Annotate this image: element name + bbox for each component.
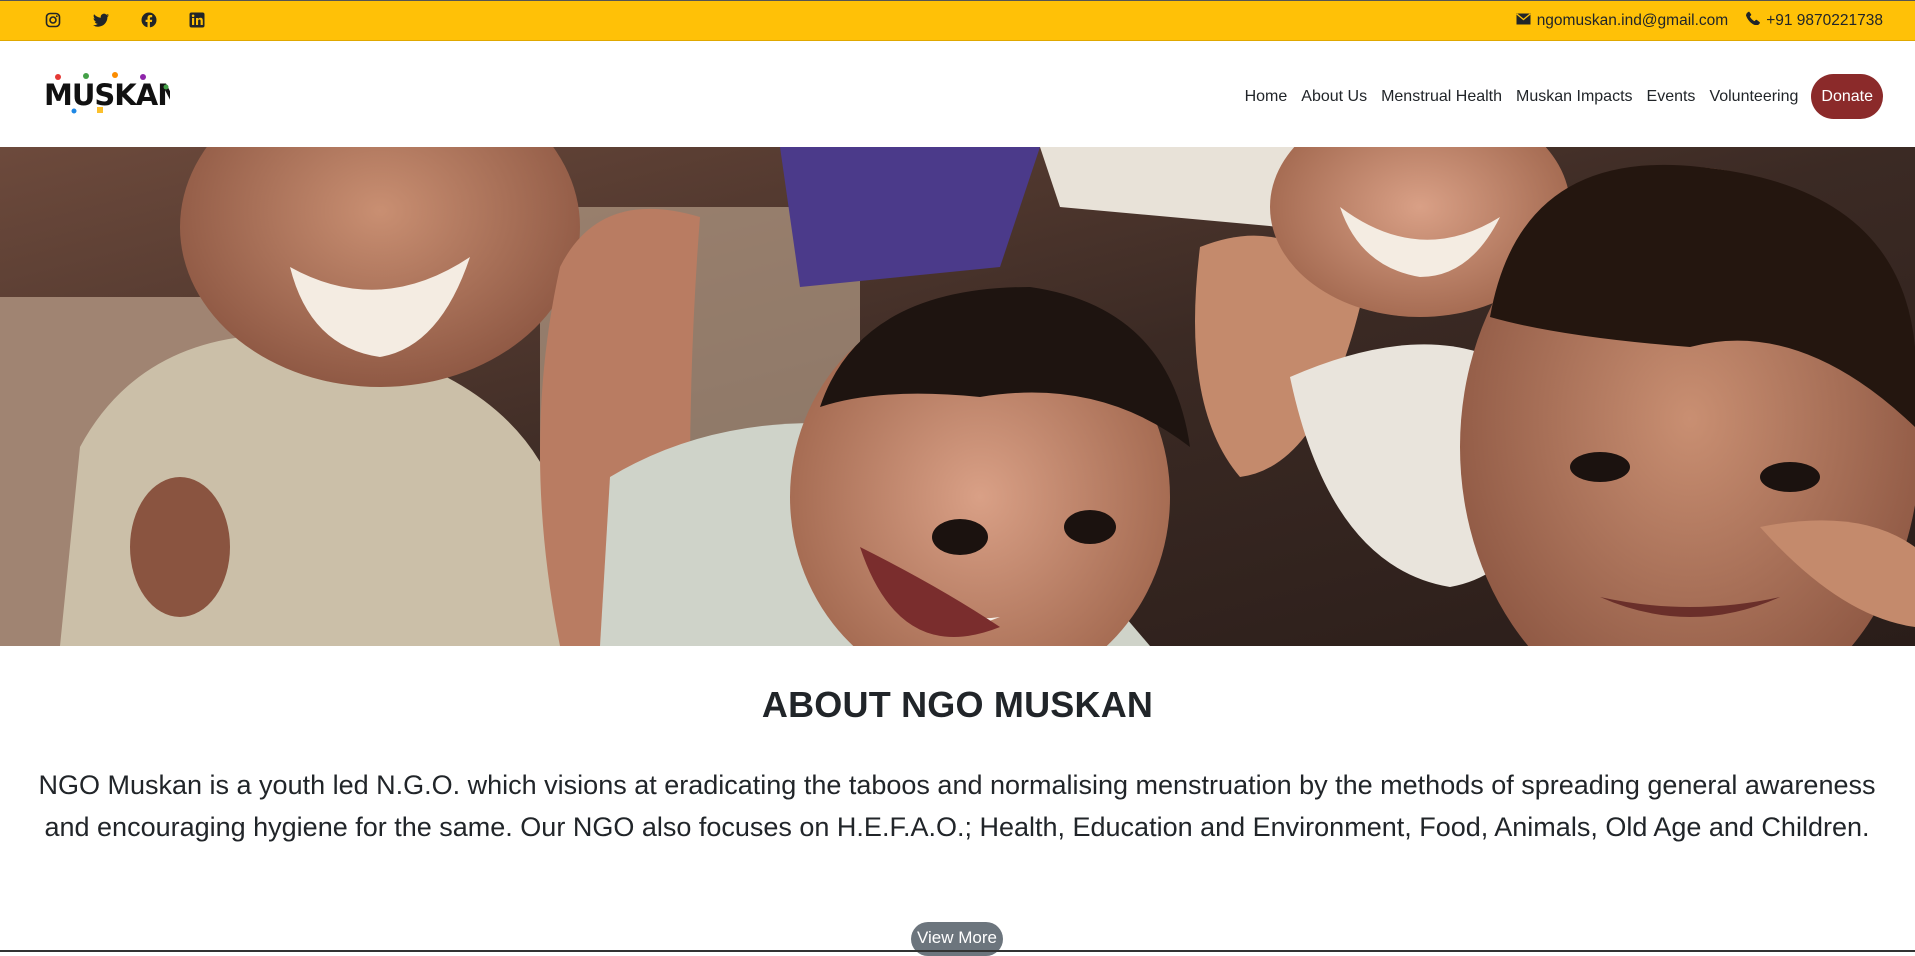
nav-muskan-impacts[interactable]: Muskan Impacts [1509,88,1639,106]
nav-menstrual-health[interactable]: Menstrual Health [1374,88,1509,106]
email-text: ngomuskan.ind@gmail.com [1536,11,1729,29]
about-section: ABOUT NGO MUSKAN NGO Muskan is a youth l… [0,646,1915,956]
twitter-icon[interactable] [92,10,110,30]
email-contact[interactable]: ngomuskan.ind@gmail.com [1516,11,1729,30]
phone-text: +91 9870221738 [1766,11,1883,29]
instagram-icon[interactable] [44,10,62,30]
facebook-icon[interactable] [140,10,158,30]
donate-button[interactable]: Donate [1811,74,1883,119]
main-navbar: MUSKAN Home About Us Menstrual Health Mu… [0,41,1915,147]
envelope-icon [1516,12,1531,30]
contact-info: ngomuskan.ind@gmail.com +91 9870221738 [1516,11,1883,30]
about-title: ABOUT NGO MUSKAN [761,684,1154,725]
nav-about-us[interactable]: About Us [1294,88,1374,106]
nav-menu: Home About Us Menstrual Health Muskan Im… [1238,74,1883,119]
about-description: NGO Muskan is a youth led N.G.O. which v… [38,770,1876,842]
nav-volunteering[interactable]: Volunteering [1702,88,1805,106]
nav-home[interactable]: Home [1238,88,1295,106]
nav-events[interactable]: Events [1640,88,1703,106]
social-links [44,10,206,30]
phone-icon [1746,11,1761,30]
muskan-logo[interactable]: MUSKAN [42,67,181,119]
top-bar: ngomuskan.ind@gmail.com +91 9870221738 [0,0,1915,41]
linkedin-icon[interactable] [188,10,206,30]
phone-contact[interactable]: +91 9870221738 [1746,11,1883,30]
hero-banner-image [0,147,1915,646]
svg-text:MUSKAN: MUSKAN [44,78,170,112]
